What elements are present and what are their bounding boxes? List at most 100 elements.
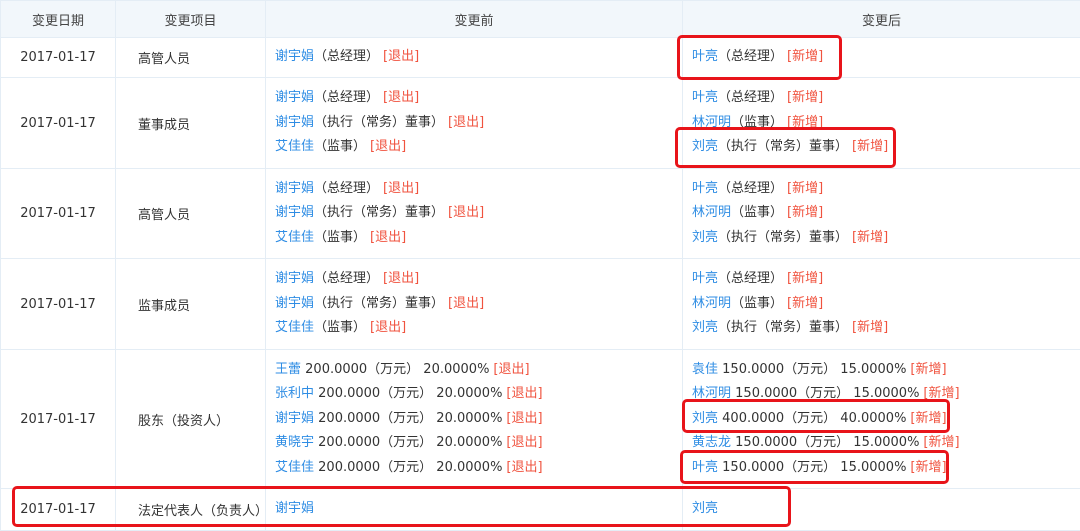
person-link[interactable]: 叶亮 — [692, 460, 718, 475]
table-row: 2017-01-17董事成员谢宇娟（总经理）[退出]谢宇娟（执行（常务）董事）[… — [1, 78, 1080, 169]
change-before-cell: 谢宇娟（总经理） [退出] — [266, 38, 683, 78]
person-detail: 400.0000（万元） 40.0000% — [718, 411, 906, 426]
status-tag: [退出] — [493, 362, 529, 377]
list-item: 谢宇娟（执行（常务）董事） [退出] — [275, 201, 682, 226]
list-item: 叶亮 150.0000（万元） 15.0000%[新增] — [692, 456, 1080, 481]
status-tag: [退出] — [383, 49, 419, 64]
status-tag: [退出] — [506, 411, 542, 426]
person-link[interactable]: 谢宇娟 — [275, 49, 314, 64]
change-date: 2017-01-17 — [1, 259, 116, 350]
status-tag: [新增] — [787, 90, 823, 105]
change-before-cell: 谢宇娟（总经理）[退出]谢宇娟（执行（常务）董事）[退出]艾佳佳（监事）[退出] — [266, 259, 683, 350]
change-item: 高管人员 — [116, 169, 266, 259]
person-detail: 150.0000（万元） 15.0000% — [731, 386, 919, 401]
person-link[interactable]: 刘亮 — [692, 501, 718, 516]
change-after-cell: 叶亮（总经理）[新增]林河明（监事）[新增]刘亮（执行（常务）董事）[新增] — [683, 259, 1080, 350]
status-tag: [退出] — [370, 320, 406, 335]
change-after-cell: 袁佳 150.0000（万元） 15.0000% [新增] 林河明 150.0000… — [683, 350, 1080, 489]
change-date: 2017-01-17 — [1, 169, 116, 259]
change-before-cell: 谢宇娟（总经理）[退出]谢宇娟（执行（常务）董事）[退出]艾佳佳（监事）[退出] — [266, 78, 683, 169]
person-link[interactable]: 黄志龙 — [692, 435, 731, 450]
change-date: 2017-01-17 — [1, 350, 116, 489]
person-link[interactable]: 刘亮 — [692, 230, 718, 245]
status-tag: [退出] — [506, 386, 542, 401]
person-link[interactable]: 叶亮 — [692, 49, 718, 64]
person-link[interactable]: 谢宇娟 — [275, 115, 314, 130]
list-item: 谢宇娟 200.0000（万元） 20.0000% [退出] — [275, 407, 682, 432]
status-tag: [新增] — [787, 49, 823, 64]
person-link[interactable]: 叶亮 — [692, 90, 718, 105]
change-after-cell: 叶亮（总经理）[新增] — [683, 38, 1080, 78]
person-link[interactable]: 谢宇娟 — [275, 205, 314, 220]
person-link[interactable]: 袁佳 — [692, 362, 718, 377]
person-detail: 200.0000（万元） 20.0000% — [314, 411, 502, 426]
person-detail: 200.0000（万元） 20.0000% — [314, 435, 502, 450]
status-tag: [新增] — [923, 386, 959, 401]
list-item: 王蕾 200.0000（万元） 20.0000%[退出] — [275, 358, 682, 383]
change-item: 董事成员 — [116, 78, 266, 169]
person-link[interactable]: 艾佳佳 — [275, 320, 314, 335]
person-link[interactable]: 谢宇娟 — [275, 296, 314, 311]
status-tag: [退出] — [383, 181, 419, 196]
person-link[interactable]: 林河明 — [692, 296, 731, 311]
status-tag: [退出] — [383, 271, 419, 286]
list-item: 谢宇娟（总经理） [退出] — [275, 177, 682, 202]
person-detail: 150.0000（万元） 15.0000% — [718, 460, 906, 475]
change-date: 2017-01-17 — [1, 78, 116, 169]
person-detail: （总经理） — [314, 271, 379, 286]
person-detail: （监事） — [314, 139, 366, 154]
person-link[interactable]: 艾佳佳 — [275, 139, 314, 154]
change-item: 法定代表人（负责人） — [116, 489, 266, 531]
status-tag: [退出] — [448, 205, 484, 220]
person-detail: （监事） — [731, 296, 783, 311]
person-link[interactable]: 艾佳佳 — [275, 230, 314, 245]
person-detail: （总经理） — [314, 181, 379, 196]
person-link[interactable]: 谢宇娟 — [275, 501, 314, 516]
person-link[interactable]: 刘亮 — [692, 320, 718, 335]
person-link[interactable]: 刘亮 — [692, 411, 718, 426]
person-link[interactable]: 林河明 — [692, 115, 731, 130]
person-link[interactable]: 谢宇娟 — [275, 90, 314, 105]
change-after-cell: 刘亮 — [683, 489, 1080, 531]
person-link[interactable]: 艾佳佳 — [275, 460, 314, 475]
change-item: 监事成员 — [116, 259, 266, 350]
person-detail: （监事） — [314, 320, 366, 335]
status-tag: [退出] — [370, 230, 406, 245]
person-detail: （总经理） — [718, 271, 783, 286]
list-item: 刘亮 400.0000（万元） 40.0000%[新增] — [692, 407, 1080, 432]
header-after: 变更后 — [683, 1, 1080, 38]
status-tag: [退出] — [383, 90, 419, 105]
list-item: 谢宇娟（总经理） [退出] — [275, 45, 682, 70]
person-detail: （执行（常务）董事） — [718, 230, 848, 245]
person-link[interactable]: 谢宇娟 — [275, 181, 314, 196]
person-link[interactable]: 林河明 — [692, 205, 731, 220]
person-detail: 200.0000（万元） 20.0000% — [314, 460, 502, 475]
status-tag: [新增] — [787, 296, 823, 311]
person-detail: （总经理） — [314, 49, 379, 64]
person-link[interactable]: 叶亮 — [692, 181, 718, 196]
person-link[interactable]: 谢宇娟 — [275, 411, 314, 426]
person-link[interactable]: 谢宇娟 — [275, 271, 314, 286]
status-tag: [新增] — [852, 320, 888, 335]
status-tag: [新增] — [923, 435, 959, 450]
status-tag: [新增] — [787, 271, 823, 286]
status-tag: [退出] — [448, 115, 484, 130]
person-link[interactable]: 刘亮 — [692, 139, 718, 154]
change-record-table: 变更日期 变更项目 变更前 变更后 2017-01-17高管人员谢宇娟（总经理）… — [0, 0, 1080, 531]
change-after-cell: 叶亮（总经理）[新增]林河明（监事）[新增]刘亮（执行（常务）董事）[新增] — [683, 78, 1080, 169]
header-item: 变更项目 — [116, 1, 266, 38]
status-tag: [新增] — [852, 230, 888, 245]
status-tag: [退出] — [506, 435, 542, 450]
person-detail: （执行（常务）董事） — [314, 205, 444, 220]
list-item: 叶亮（总经理）[新增] — [692, 177, 1080, 202]
person-link[interactable]: 张利中 — [275, 386, 314, 401]
list-item: 叶亮（总经理）[新增] — [692, 86, 1080, 111]
person-detail: （总经理） — [718, 181, 783, 196]
person-link[interactable]: 林河明 — [692, 386, 731, 401]
person-link[interactable]: 叶亮 — [692, 271, 718, 286]
list-item: 刘亮 — [692, 497, 1080, 522]
table-row: 2017-01-17高管人员谢宇娟（总经理）[退出]谢宇娟（执行（常务）董事）[… — [1, 169, 1080, 259]
change-date: 2017-01-17 — [1, 38, 116, 78]
person-link[interactable]: 王蕾 — [275, 362, 301, 377]
person-link[interactable]: 黄晓宇 — [275, 435, 314, 450]
